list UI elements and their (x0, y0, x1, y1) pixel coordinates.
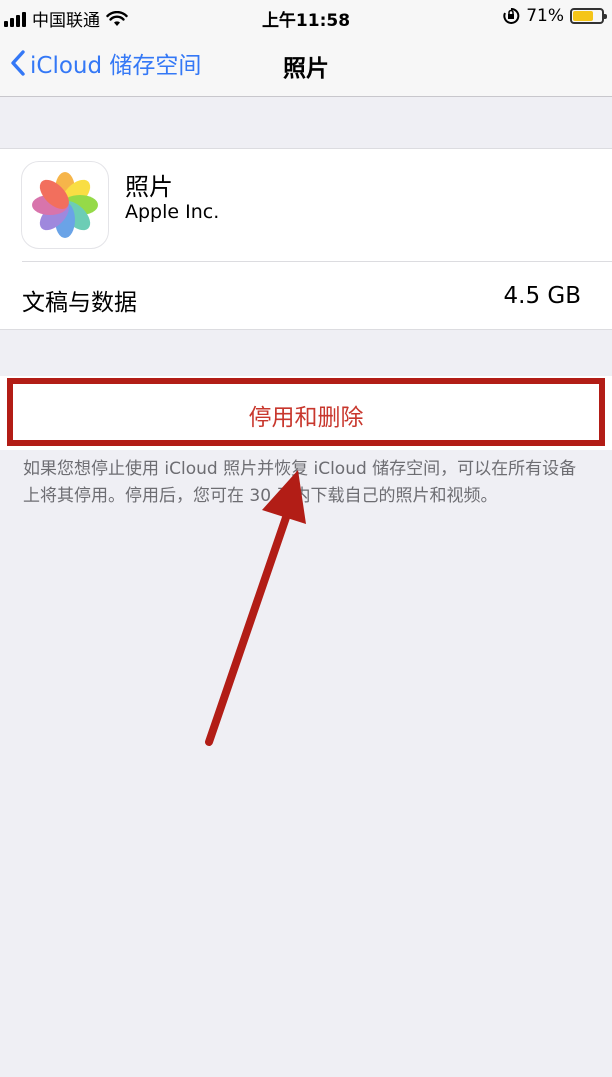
annotation-arrow-icon (205, 470, 306, 746)
